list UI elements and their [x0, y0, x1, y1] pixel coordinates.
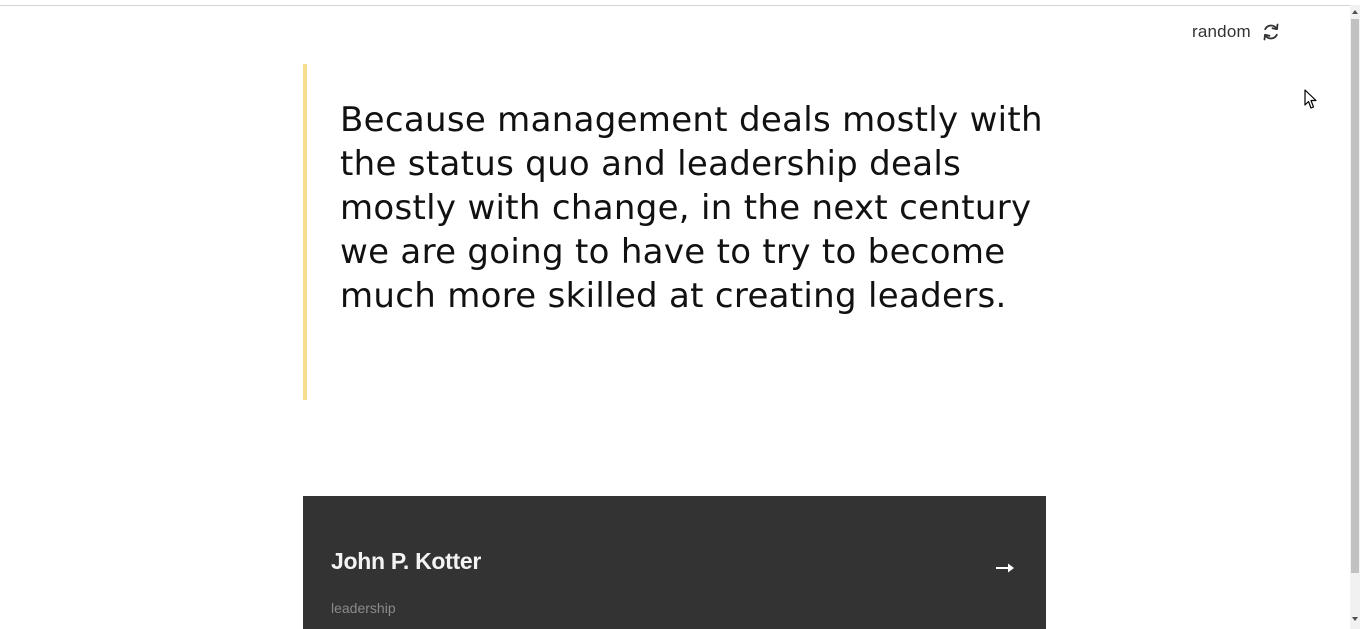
quote-text: Because management deals mostly with the…: [340, 100, 1043, 316]
refresh-icon: [1263, 23, 1279, 41]
top-divider: [0, 5, 1350, 6]
arrow-right-icon: [996, 563, 1014, 573]
random-label: random: [1192, 22, 1251, 41]
page: random Because management deals mostly w…: [0, 0, 1360, 629]
author-name: John P. Kotter: [331, 548, 482, 574]
vertical-scrollbar[interactable]: [1350, 5, 1360, 629]
mouse-cursor-icon: [1304, 89, 1317, 109]
author-genre: leadership: [331, 600, 396, 616]
random-quote-button[interactable]: random: [1192, 22, 1281, 42]
author-card[interactable]: John P. Kotter leadership: [303, 496, 1046, 629]
scrollbar-thumb[interactable]: [1351, 19, 1359, 573]
scroll-down-icon[interactable]: [1352, 617, 1358, 621]
scroll-up-icon[interactable]: [1352, 10, 1358, 14]
quote-block: Because management deals mostly with the…: [303, 64, 1046, 400]
